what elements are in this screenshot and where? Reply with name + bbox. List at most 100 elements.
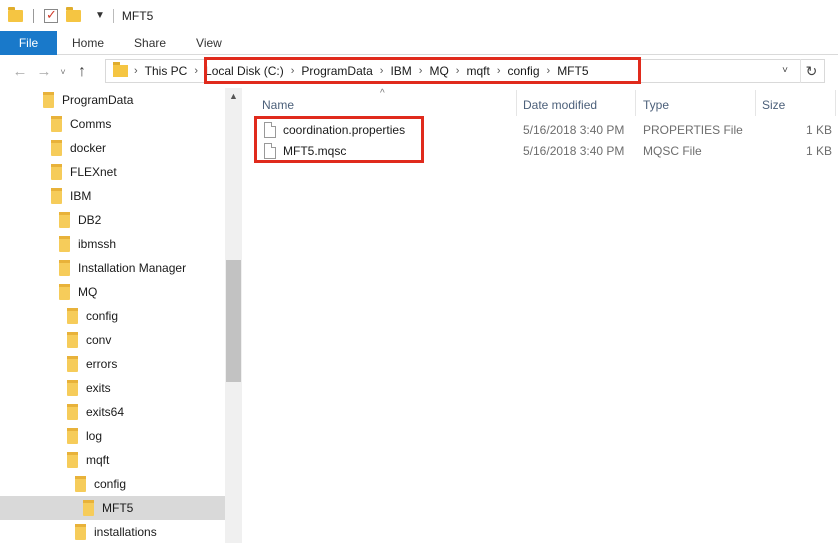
- chevron-right-icon[interactable]: ›: [497, 65, 501, 77]
- file-icon: [264, 122, 276, 138]
- tree-item-mq[interactable]: MQ: [0, 280, 225, 304]
- scrollbar-thumb[interactable]: [226, 260, 241, 382]
- refresh-icon[interactable]: ↻: [800, 59, 822, 83]
- file-size: 1 KB: [806, 123, 833, 137]
- tree-item-label: exits: [86, 381, 111, 395]
- chevron-right-icon[interactable]: ›: [291, 65, 295, 77]
- address-row: ← → ˅ ↑ › This PC › Local Disk (C:) › Pr…: [0, 55, 838, 88]
- chevron-right-icon[interactable]: ›: [380, 65, 384, 77]
- tree-item-label: conv: [86, 333, 112, 347]
- chevron-right-icon[interactable]: ›: [419, 65, 423, 77]
- tree-item-label: installations: [94, 525, 157, 539]
- chevron-right-icon[interactable]: ›: [194, 65, 198, 77]
- folder-icon: [59, 212, 70, 228]
- chevron-right-icon[interactable]: ›: [134, 65, 138, 77]
- tree-item-mqft[interactable]: mqft: [0, 448, 225, 472]
- folder-icon: [51, 140, 62, 156]
- breadcrumb-ibm[interactable]: IBM: [390, 64, 411, 78]
- breadcrumb-mqft[interactable]: mqft: [466, 64, 489, 78]
- file-row[interactable]: MFT5.mqsc 5/16/2018 3:40 PM MQSC File 1 …: [242, 141, 832, 162]
- chevron-right-icon[interactable]: ›: [547, 65, 551, 77]
- breadcrumb-this-pc[interactable]: This PC: [145, 64, 188, 78]
- tab-share[interactable]: Share: [119, 31, 181, 55]
- tree-item-programdata[interactable]: ProgramData: [0, 88, 225, 112]
- tree-item-config[interactable]: config: [0, 304, 225, 328]
- tree-item-conv[interactable]: conv: [0, 328, 225, 352]
- breadcrumb-programdata[interactable]: ProgramData: [301, 64, 372, 78]
- folder-icon[interactable]: [8, 6, 23, 22]
- tree-item-label: log: [86, 429, 103, 443]
- breadcrumb-config[interactable]: config: [507, 64, 539, 78]
- tree-item-mft5[interactable]: MFT5: [0, 496, 225, 520]
- folder-icon: [75, 476, 86, 492]
- tree-item-db2[interactable]: DB2: [0, 208, 225, 232]
- tree-item-comms[interactable]: Comms: [0, 112, 225, 136]
- window-title: MFT5: [121, 8, 154, 23]
- column-header-name[interactable]: Name: [256, 94, 516, 116]
- tab-view[interactable]: View: [181, 31, 237, 55]
- chevron-right-icon[interactable]: ›: [456, 65, 460, 77]
- tree-item-log[interactable]: log: [0, 424, 225, 448]
- folder-icon: [67, 332, 78, 348]
- tree-item-installation-manager[interactable]: Installation Manager: [0, 256, 225, 280]
- column-divider[interactable]: [635, 90, 636, 116]
- tree-item-label: config: [86, 309, 119, 323]
- up-arrow-icon[interactable]: ↑: [70, 63, 94, 81]
- breadcrumb-mft5[interactable]: MFT5: [557, 64, 588, 78]
- tree-item-errors[interactable]: errors: [0, 352, 225, 376]
- address-dropdown-icon[interactable]: ˅: [775, 59, 795, 83]
- file-row[interactable]: coordination.properties 5/16/2018 3:40 P…: [242, 120, 832, 141]
- file-type: MQSC File: [643, 144, 702, 158]
- file-name: coordination.properties: [283, 123, 406, 137]
- tree-item-label: mqft: [86, 453, 110, 467]
- tree-item-mqft-config[interactable]: config: [0, 472, 225, 496]
- folder-icon: [43, 92, 54, 108]
- separator: [112, 8, 114, 23]
- tree-item-label: config: [94, 477, 127, 491]
- tree-item-installations[interactable]: installations: [0, 520, 225, 543]
- separator: [33, 8, 34, 23]
- tree-item-ibm[interactable]: IBM: [0, 184, 225, 208]
- file-size: 1 KB: [806, 144, 833, 158]
- recent-locations-chevron-icon[interactable]: ˅: [56, 67, 70, 77]
- file-date-modified: 5/16/2018 3:40 PM: [523, 144, 625, 158]
- column-header-type[interactable]: Type: [637, 94, 755, 116]
- folder-icon: [67, 308, 78, 324]
- tab-home[interactable]: Home: [57, 31, 119, 55]
- tree-item-docker[interactable]: docker: [0, 136, 225, 160]
- file-date-modified: 5/16/2018 3:40 PM: [523, 123, 625, 137]
- tree-item-flexnet[interactable]: FLEXnet: [0, 160, 225, 184]
- folder-icon: [51, 164, 62, 180]
- scroll-up-icon[interactable]: ▲: [225, 88, 242, 105]
- tab-file[interactable]: File: [0, 31, 57, 55]
- back-arrow-icon[interactable]: ←: [8, 63, 32, 80]
- properties-icon[interactable]: [44, 7, 58, 23]
- breadcrumb-mq[interactable]: MQ: [429, 64, 448, 78]
- folder-icon: [67, 380, 78, 396]
- navigation-scrollbar[interactable]: ▲: [225, 88, 242, 543]
- tree-item-exits[interactable]: exits: [0, 376, 225, 400]
- column-header-size[interactable]: Size: [756, 94, 834, 116]
- address-bar[interactable]: › This PC › Local Disk (C:) › ProgramDat…: [105, 59, 825, 83]
- folder-icon: [59, 260, 70, 276]
- tree-item-label: MFT5: [102, 501, 134, 515]
- tree-item-label: ibmssh: [78, 237, 117, 251]
- forward-arrow-icon[interactable]: →: [32, 63, 56, 80]
- customize-toolbar-dropdown-icon[interactable]: ▼: [95, 10, 105, 21]
- file-name: MFT5.mqsc: [283, 144, 347, 158]
- tree-item-label: FLEXnet: [70, 165, 117, 179]
- tree-item-label: IBM: [70, 189, 92, 203]
- column-divider[interactable]: [835, 90, 836, 116]
- folder-icon: [83, 500, 94, 516]
- column-header-date-modified[interactable]: Date modified: [517, 94, 637, 116]
- folder-icon: [67, 452, 78, 468]
- folder-icon: [75, 524, 86, 540]
- tree-item-label: DB2: [78, 213, 102, 227]
- tree-item-ibmssh[interactable]: ibmssh: [0, 232, 225, 256]
- folder-icon: [51, 116, 62, 132]
- breadcrumb-local-disk[interactable]: Local Disk (C:): [205, 64, 284, 78]
- folder-icon: [67, 404, 78, 420]
- tree-item-label: exits64: [86, 405, 125, 419]
- tree-item-exits64[interactable]: exits64: [0, 400, 225, 424]
- new-folder-icon[interactable]: [66, 6, 81, 22]
